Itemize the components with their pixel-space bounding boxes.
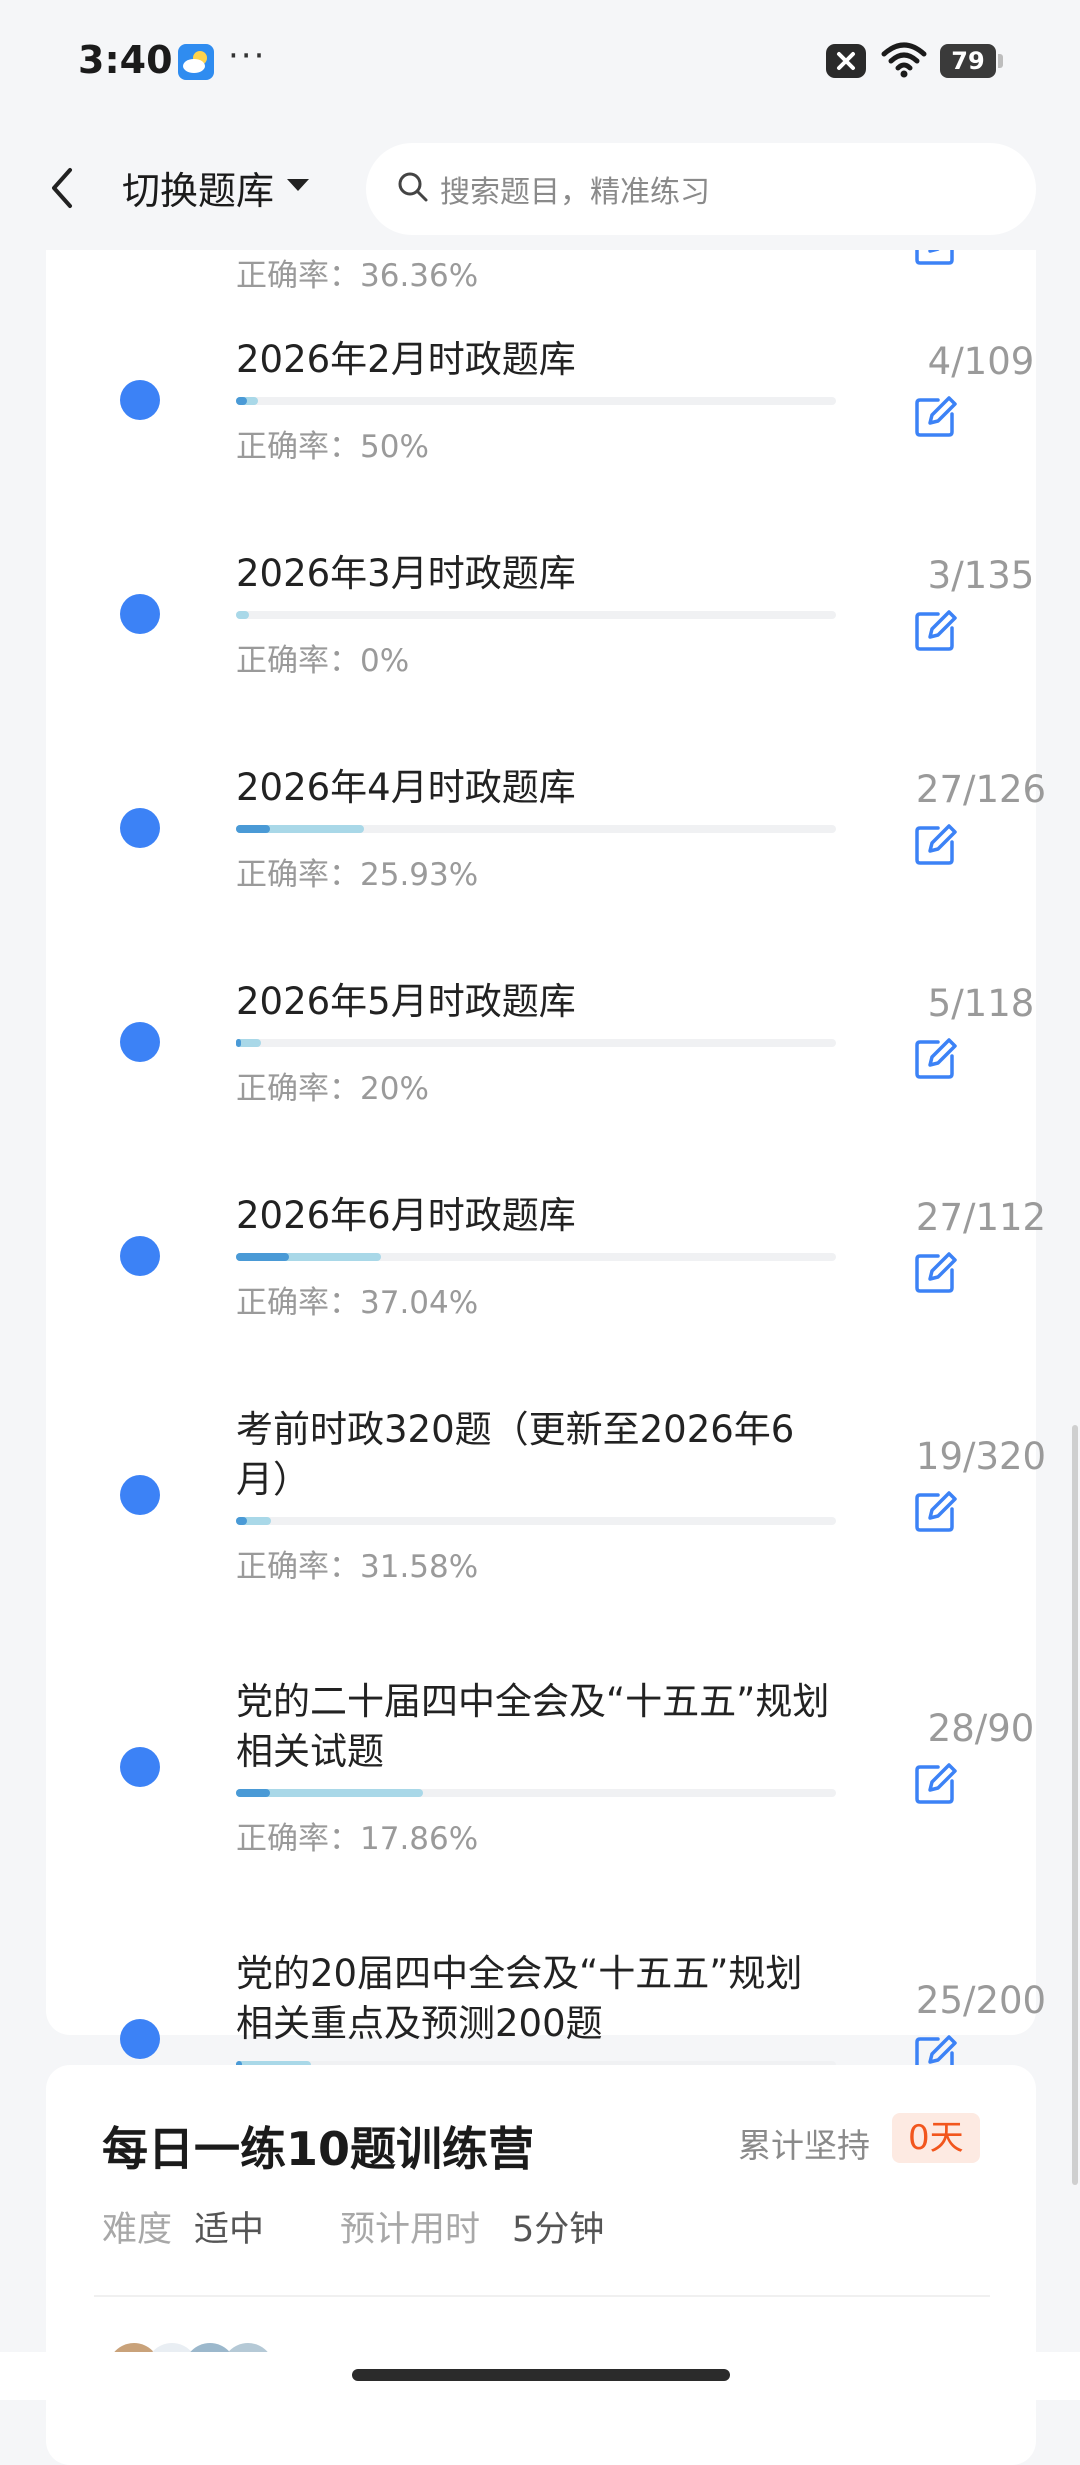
edit-icon[interactable] xyxy=(912,1489,958,1535)
list-item[interactable]: 考前时政320题（更新至2026年6月） 正确率：31.58% 19/320 xyxy=(46,1405,1046,1585)
item-accuracy: 正确率：37.04% xyxy=(236,1285,479,1321)
list-item[interactable]: 2026年3月时政题库正确率：0% 3/135 xyxy=(46,549,1036,679)
status-dot xyxy=(120,1747,160,1787)
list-item[interactable]: 2026年6月时政题库正确率：37.04% 27/112 xyxy=(46,1191,1046,1321)
progress-correct-fill xyxy=(236,1517,248,1525)
training-title: 每日一练10题训练营 xyxy=(102,2122,535,2176)
streak-badge: 0天 xyxy=(892,2113,980,2163)
status-time: 3:40 xyxy=(78,38,173,82)
more-notifications-icon: ··· xyxy=(228,36,267,76)
progress-bar xyxy=(236,825,836,833)
item-count: 27/112 xyxy=(915,1196,1047,1239)
edit-icon[interactable] xyxy=(912,1250,958,1296)
item-accuracy: 正确率：31.58% xyxy=(236,1549,479,1585)
home-gesture-handle[interactable] xyxy=(352,2369,730,2381)
item-count: 27/126 xyxy=(915,768,1047,811)
battery-icon: 79 xyxy=(940,44,996,78)
status-dot xyxy=(120,380,160,420)
item-title: 2026年2月时政题库 xyxy=(236,338,576,381)
streak-label: 累计坚持 xyxy=(738,2126,870,2165)
status-dot xyxy=(120,2019,160,2059)
item-title: 考前时政320题（更新至2026年6月） xyxy=(236,1408,795,1501)
switch-bank-label: 切换题库 xyxy=(122,168,275,213)
item-title: 2026年4月时政题库 xyxy=(236,766,576,809)
status-dot xyxy=(120,808,160,848)
wifi-icon xyxy=(880,40,928,84)
status-dot xyxy=(120,1022,160,1062)
status-bar: 3:40 ··· 79 xyxy=(0,0,1080,125)
scrollbar[interactable] xyxy=(1072,1425,1078,2185)
progress-correct-fill xyxy=(236,1253,290,1261)
item-count: 19/320 xyxy=(915,1435,1047,1478)
item-accuracy: 正确率：0% xyxy=(236,643,410,679)
progress-correct-fill xyxy=(236,397,247,405)
item-accuracy: 正确率：17.86% xyxy=(236,1821,479,1857)
item-accuracy: 正确率：20% xyxy=(236,1071,429,1107)
item-title: 2026年6月时政题库 xyxy=(236,1194,576,1237)
top-header: 切换题库 搜索题目，精准练习 xyxy=(0,125,1080,250)
item-accuracy: 正确率：25.93% xyxy=(236,857,479,893)
progress-bar xyxy=(236,397,836,405)
item-count: 28/90 xyxy=(927,1707,1035,1750)
list-item[interactable]: 2026年4月时政题库正确率：25.93% 27/126 xyxy=(46,763,1046,893)
progress-bar xyxy=(236,1039,836,1047)
progress-fill xyxy=(236,611,250,619)
progress-correct-fill xyxy=(236,1789,270,1797)
item-title: 党的二十届四中全会及“十五五”规划相关试题 xyxy=(236,1680,830,1773)
close-notification-icon xyxy=(826,44,866,78)
progress-bar xyxy=(236,1517,836,1525)
edit-icon[interactable] xyxy=(912,608,958,654)
status-dot xyxy=(120,1475,160,1515)
list-item[interactable]: 党的二十届四中全会及“十五五”规划相关试题正确率：17.86% 28/90 xyxy=(46,1677,1036,1857)
back-arrow-icon[interactable] xyxy=(40,160,90,216)
question-bank-list: 正确率：36.36% 2026年2月时政题库正确率：50% 4/109 2026年3… xyxy=(46,200,1046,2129)
item-title: 2026年5月时政题库 xyxy=(236,980,576,1023)
search-placeholder: 搜索题目，精准练习 xyxy=(440,175,710,210)
edit-icon[interactable] xyxy=(912,1036,958,1082)
time-label: 预计用时 xyxy=(340,2210,481,2250)
caret-down-icon xyxy=(284,175,312,199)
difficulty-label: 难度 xyxy=(102,2210,173,2250)
item-count: 3/135 xyxy=(927,554,1035,597)
item-count: 4/109 xyxy=(927,340,1035,383)
progress-bar xyxy=(236,1253,836,1261)
item-count: 5/118 xyxy=(927,982,1035,1025)
progress-correct-fill xyxy=(236,825,270,833)
edit-icon[interactable] xyxy=(912,394,958,440)
edit-icon[interactable] xyxy=(912,1761,958,1807)
search-input[interactable]: 搜索题目，精准练习 xyxy=(366,143,1036,235)
progress-bar xyxy=(236,1789,836,1797)
item-count: 25/200 xyxy=(915,1979,1047,2022)
weather-icon xyxy=(178,44,214,80)
item-title: 党的20届四中全会及“十五五”规划相关重点及预测200题 xyxy=(236,1952,803,2045)
partial-item-accuracy: 正确率：36.36% xyxy=(236,258,479,294)
edit-icon[interactable] xyxy=(912,822,958,868)
status-dot xyxy=(120,1236,160,1276)
training-divider xyxy=(94,2295,990,2297)
difficulty-value: 适中 xyxy=(194,2210,265,2250)
daily-training-card[interactable]: 每日一练10题训练营 累计坚持 0天 难度 适中 预计用时 5分钟 xyxy=(46,2065,1036,2465)
list-item[interactable]: 2026年2月时政题库正确率：50% 4/109 xyxy=(46,335,1036,465)
progress-correct-fill xyxy=(236,1039,241,1047)
item-accuracy: 正确率：50% xyxy=(236,429,429,465)
battery-tip xyxy=(998,54,1003,68)
switch-question-bank-button[interactable]: 切换题库 xyxy=(122,159,312,215)
item-title: 2026年3月时政题库 xyxy=(236,552,576,595)
progress-bar xyxy=(236,611,836,619)
search-icon xyxy=(366,170,430,208)
time-value: 5分钟 xyxy=(512,2210,605,2250)
list-item[interactable]: 2026年5月时政题库正确率：20% 5/118 xyxy=(46,977,1036,1107)
status-dot xyxy=(120,594,160,634)
